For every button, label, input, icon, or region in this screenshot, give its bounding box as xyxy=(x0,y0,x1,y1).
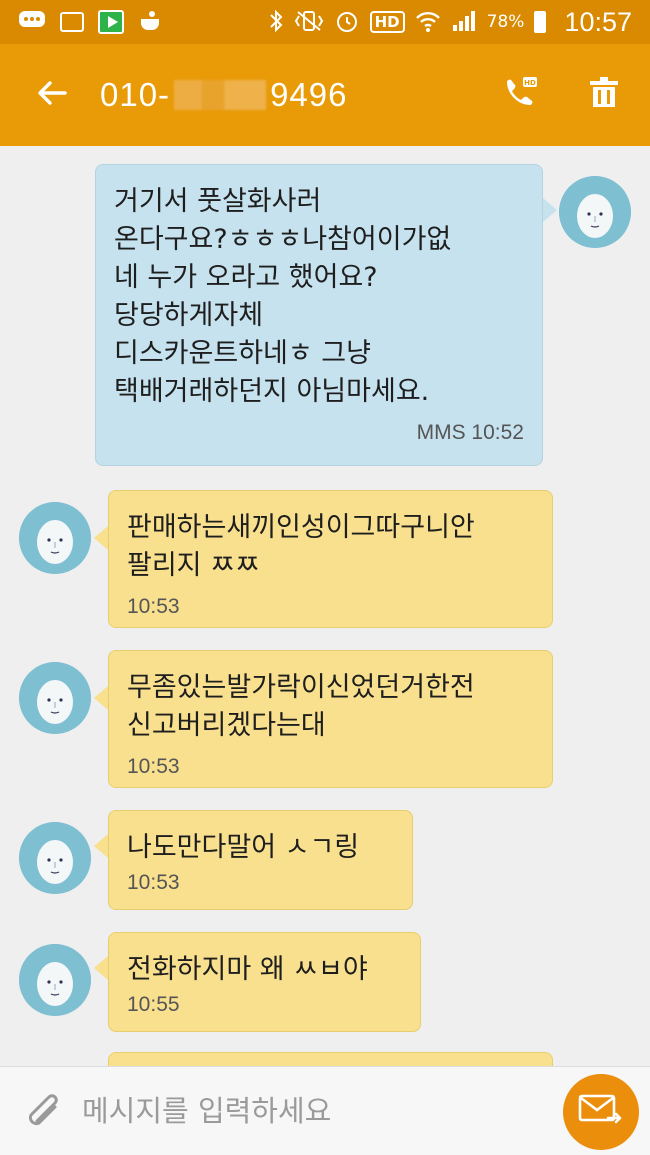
avatar[interactable] xyxy=(559,176,631,248)
back-button[interactable] xyxy=(22,65,82,125)
message-timestamp: 10:53 xyxy=(127,755,180,778)
conversation-title: 010- 9496 xyxy=(100,76,347,114)
message-text: 거기서 풋살화사러 온다구요?ㅎㅎㅎ나참어이가없 네 누가 오라고 했어요? 당… xyxy=(114,186,452,407)
message-timestamp: 10:55 xyxy=(127,993,180,1016)
avatar[interactable] xyxy=(19,662,91,734)
delete-button[interactable] xyxy=(584,75,624,115)
message-timestamp: MMS 10:52 xyxy=(416,421,524,444)
message-timestamp: 10:53 xyxy=(127,595,180,618)
message-bubble-outgoing[interactable]: 거기서 풋살화사러 온다구요?ㅎㅎㅎ나참어이가없 네 누가 오라고 했어요? 당… xyxy=(95,164,543,466)
message-bubble-incoming[interactable]: 무좀있는발가락이신었던거한전 신고버리겠다는대 10:53 xyxy=(108,650,553,788)
svg-text:HD: HD xyxy=(524,79,536,87)
trash-icon xyxy=(589,77,619,113)
bubble-tail xyxy=(94,956,108,980)
bubble-tail xyxy=(94,834,108,858)
bluetooth-icon xyxy=(268,9,284,36)
alarm-icon xyxy=(334,8,360,37)
signal-icon xyxy=(451,9,477,36)
message-timestamp: 10:53 xyxy=(127,871,180,894)
chat-notification-icon xyxy=(18,10,46,35)
clock: 10:57 xyxy=(564,6,632,37)
hd-voice-icon: HD xyxy=(369,11,405,33)
message-bubble-incoming[interactable]: 전화하지마 왜 ㅆㅂ야 10:55 xyxy=(108,932,421,1032)
app-bar: 010- 9496 HD xyxy=(0,44,650,146)
message-bubble-incoming[interactable]: 나도만다말어 ㅅㄱ링 10:53 xyxy=(108,810,413,910)
battery-percent: 78% xyxy=(486,12,525,32)
message-input[interactable] xyxy=(82,1086,542,1136)
message-text: 무좀있는발가락이신었던거한전 신고버리겠다는대 xyxy=(127,672,475,741)
message-text: 전화하지마 왜 ㅆㅂ야 xyxy=(127,954,368,985)
paperclip-icon xyxy=(23,1087,63,1135)
send-envelope-icon xyxy=(578,1092,624,1132)
battery-icon xyxy=(534,11,547,33)
gallery-notification-icon xyxy=(60,12,84,32)
phone-suffix: 9496 xyxy=(270,76,348,113)
composer-bar xyxy=(0,1066,650,1155)
bubble-tail xyxy=(543,198,557,222)
bubble-tail xyxy=(94,686,108,710)
arrow-left-icon xyxy=(37,80,67,110)
play-store-notification-icon xyxy=(98,10,124,34)
phone-prefix: 010- xyxy=(100,76,171,113)
avatar[interactable] xyxy=(19,944,91,1016)
avatar[interactable] xyxy=(19,502,91,574)
coffee-notification-icon xyxy=(138,9,166,36)
message-thread[interactable]: 거기서 풋살화사러 온다구요?ㅎㅎㅎ나참어이가없 네 누가 오라고 했어요? 당… xyxy=(0,146,650,1066)
bubble-tail xyxy=(94,526,108,550)
message-bubble-incoming[interactable]: 판매하는새끼인성이그따구니안 팔리지 ㅉㅉ 10:53 xyxy=(108,490,553,628)
status-bar: HD 78% 10:57 xyxy=(0,0,650,44)
message-text: 나도만다말어 ㅅㄱ링 xyxy=(127,832,360,863)
wifi-icon xyxy=(415,9,441,36)
redacted-number xyxy=(174,80,267,110)
message-text: 판매하는새끼인성이그따구니안 팔리지 ㅉㅉ xyxy=(127,512,475,581)
avatar[interactable] xyxy=(19,822,91,894)
hd-call-icon: HD xyxy=(502,76,538,114)
message-bubble-incoming-partial[interactable] xyxy=(108,1052,553,1066)
send-button[interactable] xyxy=(563,1074,639,1150)
call-button[interactable]: HD xyxy=(500,75,540,115)
vibrate-icon xyxy=(294,9,324,36)
attach-button[interactable] xyxy=(18,1086,68,1136)
